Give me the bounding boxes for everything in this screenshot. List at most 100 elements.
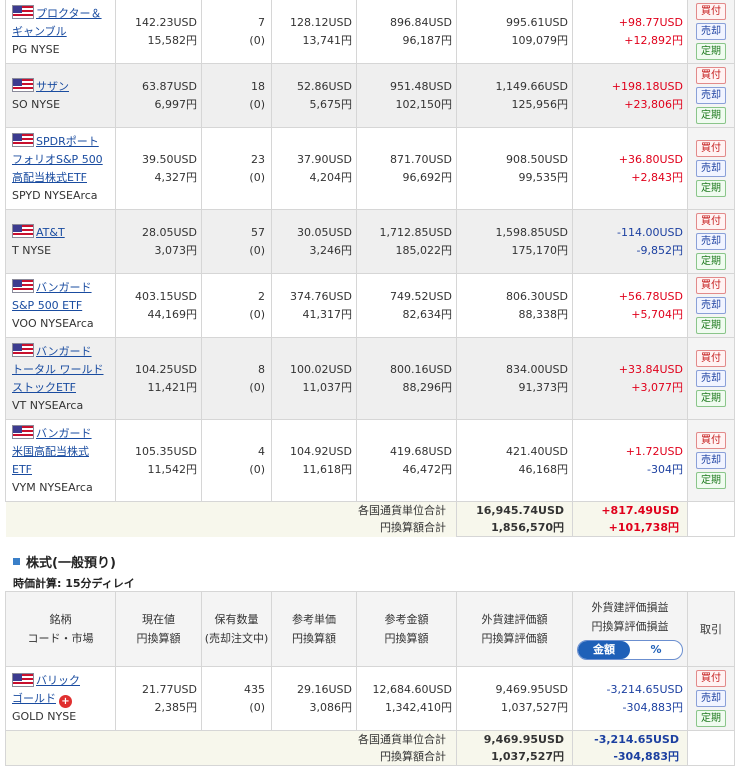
current-price-jpy: 6,997円 xyxy=(154,97,198,111)
total-pl-jpy: +101,738円 xyxy=(608,521,679,534)
buy-button[interactable]: 買付 xyxy=(696,140,726,157)
unit-cost-jpy: 11,037円 xyxy=(302,380,353,394)
add-plus-icon[interactable]: + xyxy=(59,694,72,708)
section-title: 株式(一般預り) xyxy=(13,552,116,571)
sell-button[interactable]: 売却 xyxy=(696,87,726,104)
total-usd-label: 各国通貨単位合計 xyxy=(358,504,446,518)
pl-jpy: +5,704円 xyxy=(631,307,683,321)
recurring-button[interactable]: 定期 xyxy=(696,43,726,60)
stock-link[interactable]: ETF xyxy=(12,463,32,476)
current-price-jpy: 11,421円 xyxy=(147,380,198,394)
table-row: バンガード S&P 500 ETF VOO NYSEArca 403.15USD 44,… xyxy=(5,273,735,338)
stock-link[interactable]: フォリオS&P 500 xyxy=(12,153,103,166)
buy-button[interactable]: 買付 xyxy=(696,350,726,367)
unit-cost-usd: 374.76USD xyxy=(290,289,352,303)
recurring-button[interactable]: 定期 xyxy=(696,390,726,407)
buy-button[interactable]: 買付 xyxy=(696,3,726,20)
pl-usd: +56.78USD xyxy=(618,289,683,303)
book-value-usd: 896.84USD xyxy=(390,15,452,29)
pl-jpy: +3,077円 xyxy=(631,380,683,394)
valuation-jpy: 1,037,527円 xyxy=(501,700,568,714)
current-price-jpy: 15,582円 xyxy=(147,33,198,47)
pl-jpy: -304,883円 xyxy=(622,700,683,714)
stock-link[interactable]: プロクター＆ xyxy=(36,7,102,20)
stock-link[interactable]: SPDRポート xyxy=(36,135,99,148)
table-row: バンガード トータル ワールド ストックETF VT NYSEArca 104.25US… xyxy=(5,337,735,420)
recurring-button[interactable]: 定期 xyxy=(696,472,726,489)
stock-link[interactable]: バンガード xyxy=(36,427,92,440)
stock-link[interactable]: トータル ワールド xyxy=(12,363,104,376)
unit-cost-usd: 100.02USD xyxy=(290,362,352,376)
unit-cost-usd: 29.16USD xyxy=(297,682,352,696)
stock-link[interactable]: ゴールド xyxy=(12,692,56,705)
stock-link[interactable]: サザン xyxy=(36,80,69,93)
buy-button[interactable]: 買付 xyxy=(696,67,726,84)
quantity: 23 xyxy=(251,152,265,166)
recurring-button[interactable]: 定期 xyxy=(696,253,726,270)
current-price-usd: 403.15USD xyxy=(135,289,197,303)
stock-link[interactable]: 高配当株式ETF xyxy=(12,171,87,184)
buy-button[interactable]: 買付 xyxy=(696,213,726,230)
recurring-button[interactable]: 定期 xyxy=(696,180,726,197)
table-row: サザン SO NYSE 63.87USD 6,997円 18 (0) 52.86USD 5,6… xyxy=(5,63,735,128)
pl-jpy: +12,892円 xyxy=(624,33,683,47)
header-trade: 取引 xyxy=(687,591,735,667)
us-flag-icon xyxy=(12,424,34,439)
buy-button[interactable]: 買付 xyxy=(696,432,726,449)
valuation-usd: 1,149.66USD xyxy=(495,79,569,93)
total-pl-usd: -3,214.65USD xyxy=(594,733,679,746)
current-price-jpy: 3,073円 xyxy=(154,243,198,257)
pl-jpy: -304円 xyxy=(647,462,683,476)
stock-link[interactable]: バンガード xyxy=(36,281,92,294)
quantity-ordering: (0) xyxy=(249,380,265,394)
valuation-jpy: 175,170円 xyxy=(511,243,569,257)
sell-button[interactable]: 売却 xyxy=(696,160,726,177)
sell-button[interactable]: 売却 xyxy=(696,23,726,40)
total-value-usd: 9,469.95USD xyxy=(483,733,564,746)
sell-button[interactable]: 売却 xyxy=(696,690,726,707)
toggle-amount[interactable]: 金額 xyxy=(578,641,630,659)
book-value-jpy: 185,022円 xyxy=(395,243,453,257)
book-value-usd: 12,684.60USD xyxy=(372,682,453,696)
buy-button[interactable]: 買付 xyxy=(696,670,726,687)
valuation-jpy: 91,373円 xyxy=(518,380,569,394)
stock-link[interactable]: バリック xyxy=(36,674,80,687)
holdings-table: プロクター＆ ギャンブル PG NYSE 142.23USD 15,582円 7 (0) 12… xyxy=(5,0,735,537)
stock-link[interactable]: バンガード xyxy=(36,345,92,358)
stock-link[interactable]: 米国高配当株式 xyxy=(12,445,89,458)
us-flag-icon xyxy=(12,278,34,293)
quantity: 8 xyxy=(258,362,265,376)
sell-button[interactable]: 売却 xyxy=(696,233,726,250)
stock-link[interactable]: ギャンブル xyxy=(12,25,67,38)
quantity: 2 xyxy=(258,289,265,303)
market-code: SO NYSE xyxy=(12,97,61,111)
quantity: 435 xyxy=(244,682,265,696)
toggle-percent[interactable]: % xyxy=(630,641,682,659)
book-value-jpy: 1,342,410円 xyxy=(385,700,452,714)
stock-link[interactable]: S&P 500 ETF xyxy=(12,299,82,312)
valuation-usd: 995.61USD xyxy=(506,15,568,29)
pl-jpy: +23,806円 xyxy=(624,97,683,111)
quantity-ordering: (0) xyxy=(249,97,265,111)
stock-link[interactable]: AT&T xyxy=(36,226,65,239)
quantity-ordering: (0) xyxy=(249,243,265,257)
stock-link[interactable]: ストックETF xyxy=(12,381,76,394)
sell-button[interactable]: 売却 xyxy=(696,370,726,387)
quantity: 57 xyxy=(251,225,265,239)
recurring-button[interactable]: 定期 xyxy=(696,317,726,334)
totals-row: 各国通貨単位合計 円換算額合計 16,945.74USD 1,856,570円 … xyxy=(5,501,735,537)
buy-button[interactable]: 買付 xyxy=(696,277,726,294)
sell-button[interactable]: 売却 xyxy=(696,297,726,314)
display-mode-toggle[interactable]: 金額 % xyxy=(577,640,683,660)
quantity: 18 xyxy=(251,79,265,93)
pl-usd: +1.72USD xyxy=(625,444,683,458)
book-value-usd: 1,712.85USD xyxy=(379,225,453,239)
recurring-button[interactable]: 定期 xyxy=(696,107,726,124)
market-code: T NYSE xyxy=(12,243,52,257)
recurring-button[interactable]: 定期 xyxy=(696,710,726,727)
sell-button[interactable]: 売却 xyxy=(696,452,726,469)
current-price-usd: 63.87USD xyxy=(142,79,197,93)
current-price-usd: 28.05USD xyxy=(142,225,197,239)
book-value-usd: 749.52USD xyxy=(390,289,452,303)
unit-cost-jpy: 3,086円 xyxy=(309,700,353,714)
